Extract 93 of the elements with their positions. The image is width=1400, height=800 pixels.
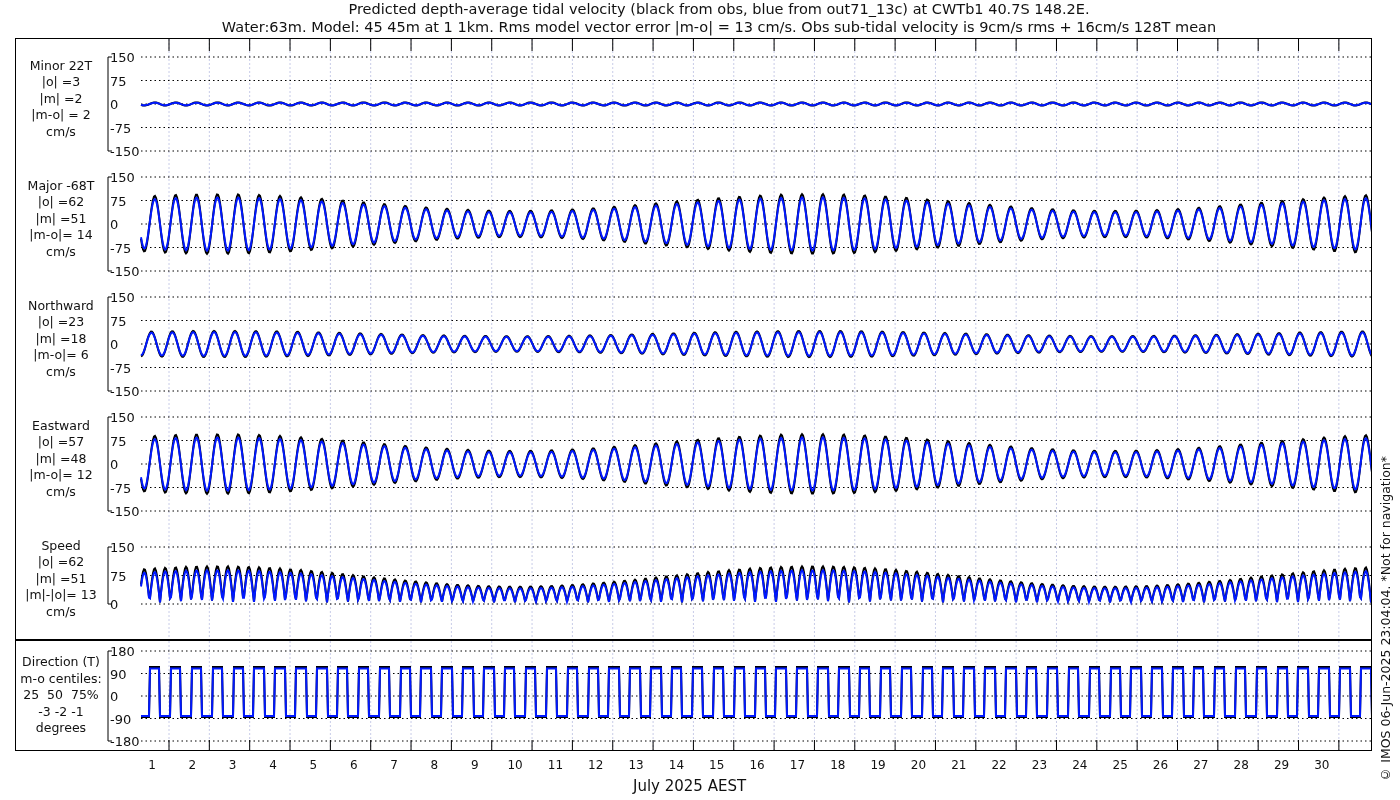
chart-title: Predicted depth-average tidal velocity (black from obs, blue from out71_13c) at CWTb1 40.7S 148.2E. — [348, 0, 1090, 18]
y-tick-label: 75 — [109, 313, 127, 329]
y-tick-label: -150 — [109, 504, 140, 519]
x-tick-label: 5 — [309, 758, 318, 772]
x-tick-label: 29 — [1273, 758, 1290, 772]
panel-label: |o| =23 — [37, 314, 85, 331]
y-tick-label: -75 — [109, 120, 132, 136]
panel-label: |o| =62 — [37, 554, 85, 571]
panel-label: Major -68T — [27, 177, 95, 195]
panel-label: |m-o|= 14 — [29, 227, 93, 244]
panel-label: |o| =3 — [41, 74, 81, 91]
panel-label: cm/s — [46, 483, 76, 501]
panel-label: |m|-|o|= 13 — [25, 587, 97, 604]
x-tick-label: 2 — [188, 758, 197, 772]
y-tick-label: 75 — [109, 433, 127, 449]
x-tick-label: 3 — [228, 758, 237, 772]
panel-label: Eastward — [32, 417, 90, 435]
x-tick-label: 28 — [1233, 758, 1249, 772]
y-tick-label: 0 — [109, 457, 119, 472]
panel-label: cm/s — [46, 603, 76, 621]
y-tick-label: 0 — [109, 689, 119, 704]
y-tick-label: 180 — [109, 644, 135, 659]
y-tick-label: -90 — [109, 711, 132, 727]
x-tick-label: 13 — [628, 758, 644, 772]
panel-label: -3 -2 -1 — [38, 703, 84, 721]
x-tick-label: 17 — [789, 758, 806, 772]
panel-label: Speed — [41, 537, 81, 555]
x-tick-label: 11 — [547, 758, 564, 772]
y-tick-label: 0 — [109, 597, 119, 612]
y-tick-label: 150 — [109, 290, 135, 305]
y-tick-label: 0 — [109, 337, 119, 352]
x-tick-label: 9 — [470, 758, 479, 772]
panel-label: |m| =48 — [35, 450, 87, 468]
y-tick-label: 90 — [109, 666, 127, 682]
x-tick-label: 7 — [390, 758, 398, 772]
panel-label: |m-o|= 6 — [33, 347, 89, 364]
x-tick-label: 19 — [870, 758, 886, 772]
x-tick-label: 22 — [991, 758, 1007, 772]
panel-label: |o| =62 — [37, 194, 85, 211]
y-tick-label: 150 — [109, 540, 135, 555]
y-tick-label: 150 — [109, 410, 135, 425]
y-tick-label: 150 — [109, 50, 135, 65]
x-tick-label: 1 — [148, 758, 156, 772]
x-tick-label: 30 — [1314, 758, 1330, 772]
panel-label: 25 50 75% — [23, 687, 99, 704]
x-tick-label: 4 — [269, 758, 277, 772]
panel-label: |m| =2 — [39, 90, 83, 108]
credit-text: © IMOS 06-Jun-2025 23:04:04. *Not for navigation* — [1378, 456, 1393, 782]
x-tick-label: 10 — [507, 758, 523, 772]
x-tick-label: 25 — [1112, 758, 1128, 772]
x-tick-label: 18 — [830, 758, 846, 772]
x-tick-label: 15 — [709, 758, 725, 772]
x-tick-label: 24 — [1072, 758, 1088, 772]
y-tick-label: 0 — [109, 217, 119, 232]
y-tick-label: -75 — [109, 240, 132, 256]
panel-label: degrees — [35, 720, 87, 737]
panel-label: Direction (T) — [22, 654, 100, 671]
y-tick-label: -150 — [109, 264, 140, 279]
x-tick-label: 21 — [951, 758, 967, 772]
x-tick-label: 27 — [1193, 758, 1209, 772]
y-tick-label: 150 — [109, 170, 135, 185]
y-tick-label: -150 — [109, 384, 140, 399]
chart-title: Water:63m. Model: 45 45m at 1 1km. Rms model vector error |m-o| = 13 cm/s. Obs sub-tidal velocity is 9cm/s rms + 16cm/s 128T mean — [221, 18, 1217, 36]
y-tick-label: -75 — [109, 480, 132, 496]
y-axis — [107, 546, 113, 605]
panel-label: |m| =18 — [35, 330, 87, 348]
panel-label: |m| =51 — [35, 570, 87, 588]
panel-label: Northward — [28, 297, 94, 315]
panel-label: |m-o|= 12 — [29, 467, 93, 484]
x-axis-label: July 2025 AEST — [633, 777, 747, 795]
y-tick-label: -75 — [109, 360, 132, 376]
y-tick-label: 75 — [109, 193, 127, 209]
panel-label: |o| =57 — [37, 434, 85, 451]
panel-label: |m-o| = 2 — [31, 107, 91, 124]
panel-label: Minor 22T — [29, 57, 93, 75]
y-tick-label: 75 — [109, 73, 127, 89]
x-tick-label: 26 — [1152, 758, 1169, 772]
y-tick-label: 0 — [109, 97, 119, 112]
panel-label: |m| =51 — [35, 210, 87, 228]
x-tick-label: 16 — [749, 758, 765, 772]
panel-label: cm/s — [46, 123, 76, 141]
x-tick-label: 6 — [349, 758, 358, 772]
x-tick-label: 20 — [910, 758, 927, 772]
panel-label: m-o centiles: — [20, 670, 102, 688]
x-tick-label: 8 — [430, 758, 439, 772]
y-tick-label: -180 — [109, 734, 140, 749]
x-tick-label: 14 — [668, 758, 685, 772]
panel-label: cm/s — [46, 243, 76, 261]
panel-label: cm/s — [46, 363, 76, 381]
x-tick-label: 23 — [1031, 758, 1048, 772]
x-tick-label: 12 — [588, 758, 604, 772]
y-tick-label: 75 — [109, 568, 127, 584]
y-tick-label: -150 — [109, 144, 140, 159]
